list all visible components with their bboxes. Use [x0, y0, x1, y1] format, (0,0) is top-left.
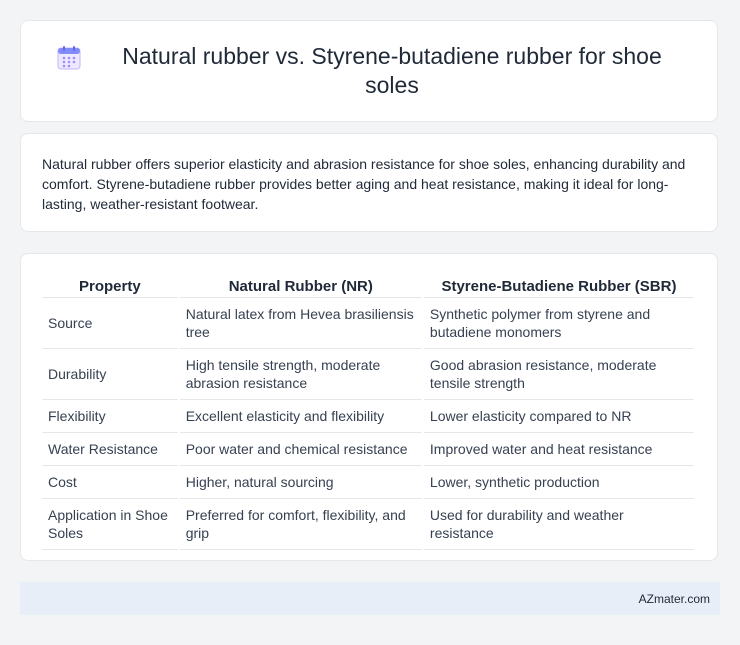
footer-site-link[interactable]: AZmater.com	[639, 592, 710, 606]
title-row: Natural rubber vs. Styrene-butadiene rub…	[56, 42, 682, 100]
row-sbr-value: Good abrasion resistance, moderate tensi…	[423, 349, 694, 400]
summary-card: Natural rubber offers superior elasticit…	[20, 133, 718, 232]
row-property: Durability	[42, 349, 178, 400]
table-row: Cost Higher, natural sourcing Lower, syn…	[42, 466, 694, 499]
footer: AZmater.com	[20, 582, 720, 615]
comparison-table: Property Natural Rubber (NR) Styrene-But…	[40, 272, 696, 550]
header-property: Property	[42, 272, 178, 298]
row-property: Water Resistance	[42, 433, 178, 466]
row-nr-value: High tensile strength, moderate abrasion…	[179, 349, 422, 400]
comparison-table-card: Property Natural Rubber (NR) Styrene-But…	[20, 253, 718, 561]
table-header-row: Property Natural Rubber (NR) Styrene-But…	[42, 272, 694, 298]
page-title: Natural rubber vs. Styrene-butadiene rub…	[122, 43, 662, 98]
row-property: Cost	[42, 466, 178, 499]
row-nr-value: Higher, natural sourcing	[179, 466, 422, 499]
row-nr-value: Natural latex from Hevea brasiliensis tr…	[179, 298, 422, 349]
row-sbr-value: Improved water and heat resistance	[423, 433, 694, 466]
row-property: Flexibility	[42, 400, 178, 433]
title-card: Natural rubber vs. Styrene-butadiene rub…	[20, 20, 718, 122]
summary-text: Natural rubber offers superior elasticit…	[42, 156, 686, 212]
table-row: Source Natural latex from Hevea brasilie…	[42, 298, 694, 349]
row-property: Application in Shoe Soles	[42, 499, 178, 550]
header-natural-rubber: Natural Rubber (NR)	[179, 272, 422, 298]
row-sbr-value: Synthetic polymer from styrene and butad…	[423, 298, 694, 349]
header-sbr: Styrene-Butadiene Rubber (SBR)	[423, 272, 694, 298]
table-row: Flexibility Excellent elasticity and fle…	[42, 400, 694, 433]
row-nr-value: Preferred for comfort, flexibility, and …	[179, 499, 422, 550]
table-row: Water Resistance Poor water and chemical…	[42, 433, 694, 466]
row-sbr-value: Lower elasticity compared to NR	[423, 400, 694, 433]
row-nr-value: Poor water and chemical resistance	[179, 433, 422, 466]
row-nr-value: Excellent elasticity and flexibility	[179, 400, 422, 433]
calendar-icon	[56, 45, 82, 71]
table-row: Application in Shoe Soles Preferred for …	[42, 499, 694, 550]
row-sbr-value: Lower, synthetic production	[423, 466, 694, 499]
row-sbr-value: Used for durability and weather resistan…	[423, 499, 694, 550]
row-property: Source	[42, 298, 178, 349]
table-row: Durability High tensile strength, modera…	[42, 349, 694, 400]
